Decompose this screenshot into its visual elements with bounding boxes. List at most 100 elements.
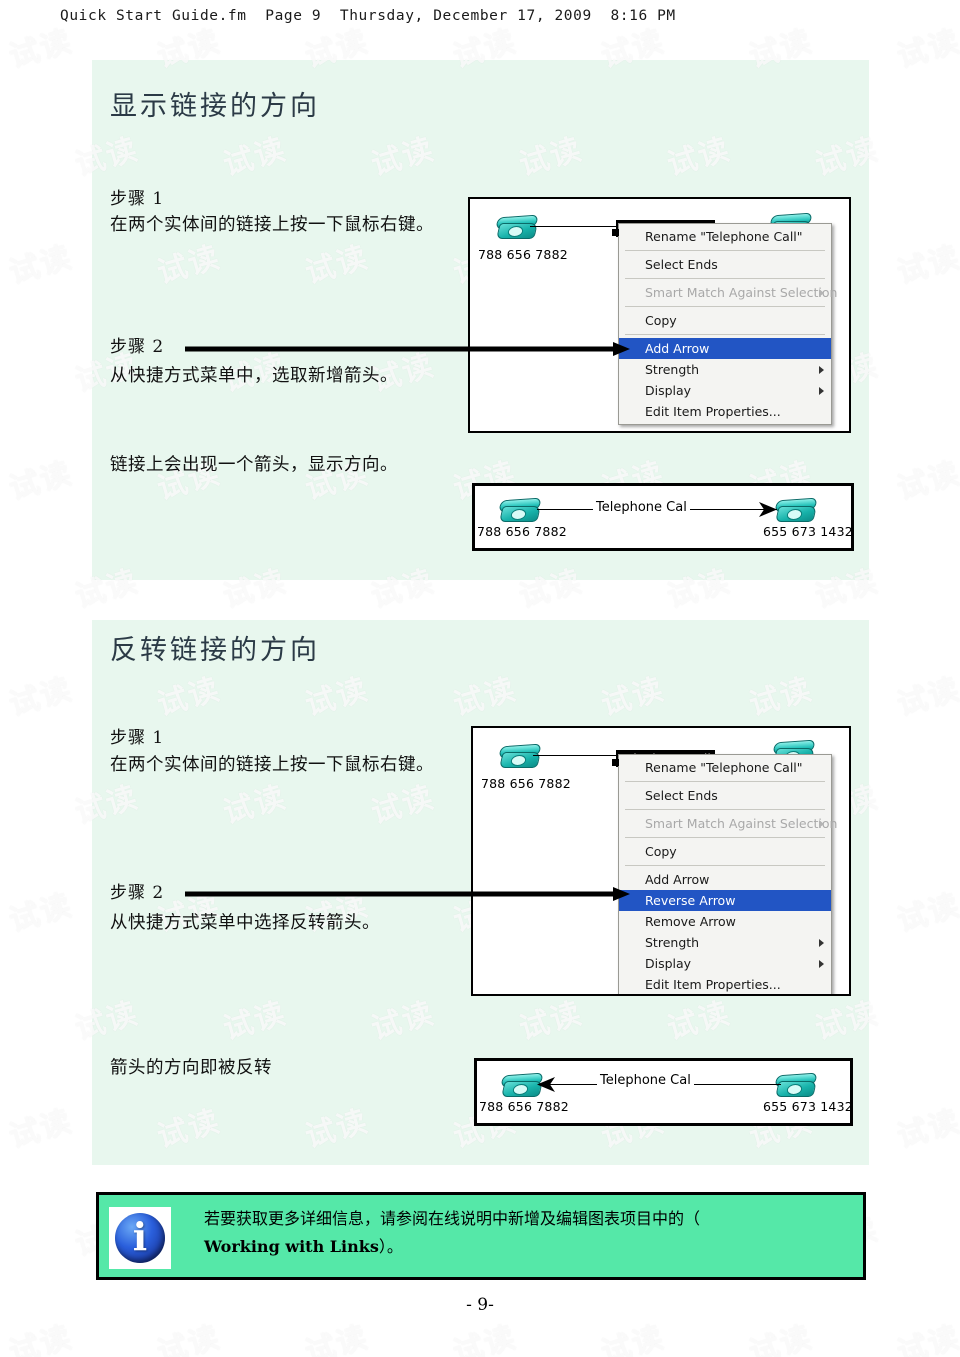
submenu-caret-icon — [819, 819, 824, 828]
step-label-1-section-2: 步骤 1 — [110, 728, 165, 748]
watermark-text: 试读 — [893, 23, 960, 76]
menu-item-smart-match-against-selection: Smart Match Against Selection — [619, 282, 837, 303]
menu-item-select-ends[interactable]: Select Ends — [619, 785, 831, 806]
link-arrowhead-left — [537, 1077, 555, 1092]
info-icon: i — [109, 1207, 171, 1269]
watermark-text: 试读 — [745, 1319, 817, 1357]
menu-separator — [625, 278, 825, 279]
step-text-1-section-2: 在两个实体间的链接上按一下鼠标右键。 — [110, 755, 434, 775]
menu-separator — [625, 334, 825, 335]
menu-separator — [625, 306, 825, 307]
section-heading-display-direction: 显示链接的方向 — [110, 91, 320, 122]
menu-item-label: Select Ends — [645, 788, 718, 803]
screenshot-context-menu-reverse-arrow: 788 656 7882 Telephone Call Rename "Tele… — [471, 726, 851, 996]
phone-icon-right — [774, 494, 818, 524]
entity-label-left: 788 656 7882 — [479, 1099, 569, 1114]
menu-separator — [625, 250, 825, 251]
menu-item-copy[interactable]: Copy — [619, 841, 831, 862]
menu-item-label: Add Arrow — [645, 872, 710, 887]
section-heading-reverse-direction: 反转链接的方向 — [110, 635, 320, 666]
selection-handle[interactable] — [612, 229, 619, 236]
watermark-text: 试读 — [5, 1319, 77, 1357]
menu-separator — [625, 781, 825, 782]
menu-item-copy[interactable]: Copy — [619, 310, 831, 331]
menu-separator — [625, 809, 825, 810]
menu-item-label: Copy — [645, 844, 677, 859]
menu-item-strength[interactable]: Strength — [619, 359, 831, 380]
menu-item-add-arrow[interactable]: Add Arrow — [619, 869, 831, 890]
pointer-arrow-to-reverse-arrow — [185, 887, 630, 901]
menu-item-edit-item-properties[interactable]: Edit Item Properties... — [619, 974, 831, 994]
menu-item-smart-match-against-selection: Smart Match Against Selection — [619, 813, 837, 834]
screenshot-result-arrow-reversed: 788 656 7882 655 673 1432 Telephone Cal — [474, 1058, 853, 1126]
screenshot-context-menu-add-arrow: 788 656 7882 Telephone Call Rename "Tele… — [468, 197, 851, 433]
submenu-caret-icon — [819, 365, 824, 374]
menu-item-label: Display — [645, 956, 692, 971]
menu-item-label: Display — [645, 383, 692, 398]
watermark-text: 试读 — [449, 1319, 521, 1357]
step-label-1-section-1: 步骤 1 — [110, 189, 165, 209]
context-menu-link-one[interactable]: Rename "Telephone Call" Select Ends Smart … — [618, 223, 837, 425]
entity-label-right: 655 673 1432 — [763, 1099, 853, 1114]
menu-item-edit-item-properties[interactable]: Edit Item Properties... — [619, 401, 831, 422]
step-label-2-section-2: 步骤 2 — [110, 883, 165, 903]
submenu-caret-icon — [819, 288, 824, 297]
entity-label-left: 788 656 7882 — [481, 776, 571, 791]
menu-item-label: Strength — [645, 935, 700, 950]
menu-item-label: Rename "Telephone Call" — [645, 760, 803, 775]
link-label: Telephone Cal — [597, 1073, 694, 1088]
menu-item-select-ends[interactable]: Select Ends — [619, 254, 831, 275]
link-arrowhead-right — [759, 502, 777, 517]
context-menu-link-two[interactable]: Rename "Telephone Call" Select Ends Smart … — [618, 754, 837, 994]
watermark-text: 试读 — [893, 671, 960, 724]
phone-icon-right — [774, 1069, 818, 1099]
entity-label-right: 655 673 1432 — [763, 524, 853, 539]
selection-handle[interactable] — [612, 759, 619, 766]
submenu-caret-icon — [819, 938, 824, 947]
menu-item-add-arrow[interactable]: Add Arrow — [619, 338, 831, 359]
phone-icon-left — [498, 494, 542, 524]
running-header: Quick Start Guide.fm Page 9 Thursday, De… — [60, 8, 676, 24]
menu-item-rename-telephone-call[interactable]: Rename "Telephone Call" — [619, 757, 831, 778]
watermark-text: 试读 — [893, 887, 960, 940]
menu-item-reverse-arrow[interactable]: Reverse Arrow — [619, 890, 831, 911]
watermark-text: 试读 — [5, 671, 77, 724]
menu-item-label: Rename "Telephone Call" — [645, 229, 803, 244]
watermark-text: 试读 — [597, 1319, 669, 1357]
menu-item-remove-arrow[interactable]: Remove Arrow — [619, 911, 831, 932]
watermark-text: 试读 — [893, 1319, 960, 1357]
info-note-line1: 若要获取更多详细信息，请参阅在线说明中新增及编辑图表项目中的（ — [204, 1209, 701, 1228]
menu-item-label: Smart Match Against Selection — [645, 816, 838, 831]
menu-separator — [625, 865, 825, 866]
menu-item-label: Reverse Arrow — [645, 893, 736, 908]
menu-item-label: Edit Item Properties... — [645, 404, 781, 419]
menu-item-strength[interactable]: Strength — [619, 932, 831, 953]
menu-item-label: Edit Item Properties... — [645, 977, 781, 992]
step-text-1-section-1: 在两个实体间的链接上按一下鼠标右键。 — [110, 215, 434, 235]
watermark-text: 试读 — [5, 887, 77, 940]
screenshot-result-arrow-added: 788 656 7882 655 673 1432 Telephone Cal — [472, 483, 854, 551]
menu-item-rename-telephone-call[interactable]: Rename "Telephone Call" — [619, 226, 831, 247]
info-note-line2: ）。 — [378, 1237, 403, 1256]
link-label: Telephone Cal — [593, 500, 690, 515]
menu-item-label: Remove Arrow — [645, 914, 736, 929]
info-note-box: i 若要获取更多详细信息，请参阅在线说明中新增及编辑图表项目中的（ Workin… — [96, 1192, 866, 1280]
watermark-text: 试读 — [5, 23, 77, 76]
result-text-section-2: 箭头的方向即被反转 — [110, 1058, 272, 1078]
menu-item-label: Select Ends — [645, 257, 718, 272]
menu-item-label: Copy — [645, 313, 677, 328]
watermark-text: 试读 — [893, 455, 960, 508]
info-note-text: 若要获取更多详细信息，请参阅在线说明中新增及编辑图表项目中的（ Working … — [204, 1205, 849, 1261]
watermark-text: 试读 — [301, 1319, 373, 1357]
menu-item-display[interactable]: Display — [619, 953, 831, 974]
menu-item-label: Add Arrow — [645, 341, 710, 356]
watermark-text: 试读 — [5, 239, 77, 292]
watermark-text: 试读 — [5, 455, 77, 508]
menu-item-label: Strength — [645, 362, 700, 377]
watermark-text: 试读 — [5, 1103, 77, 1156]
pointer-arrow-to-add-arrow — [185, 342, 630, 356]
menu-item-display[interactable]: Display — [619, 380, 831, 401]
entity-label-left: 788 656 7882 — [478, 247, 568, 262]
menu-separator — [625, 837, 825, 838]
entity-label-left: 788 656 7882 — [477, 524, 567, 539]
